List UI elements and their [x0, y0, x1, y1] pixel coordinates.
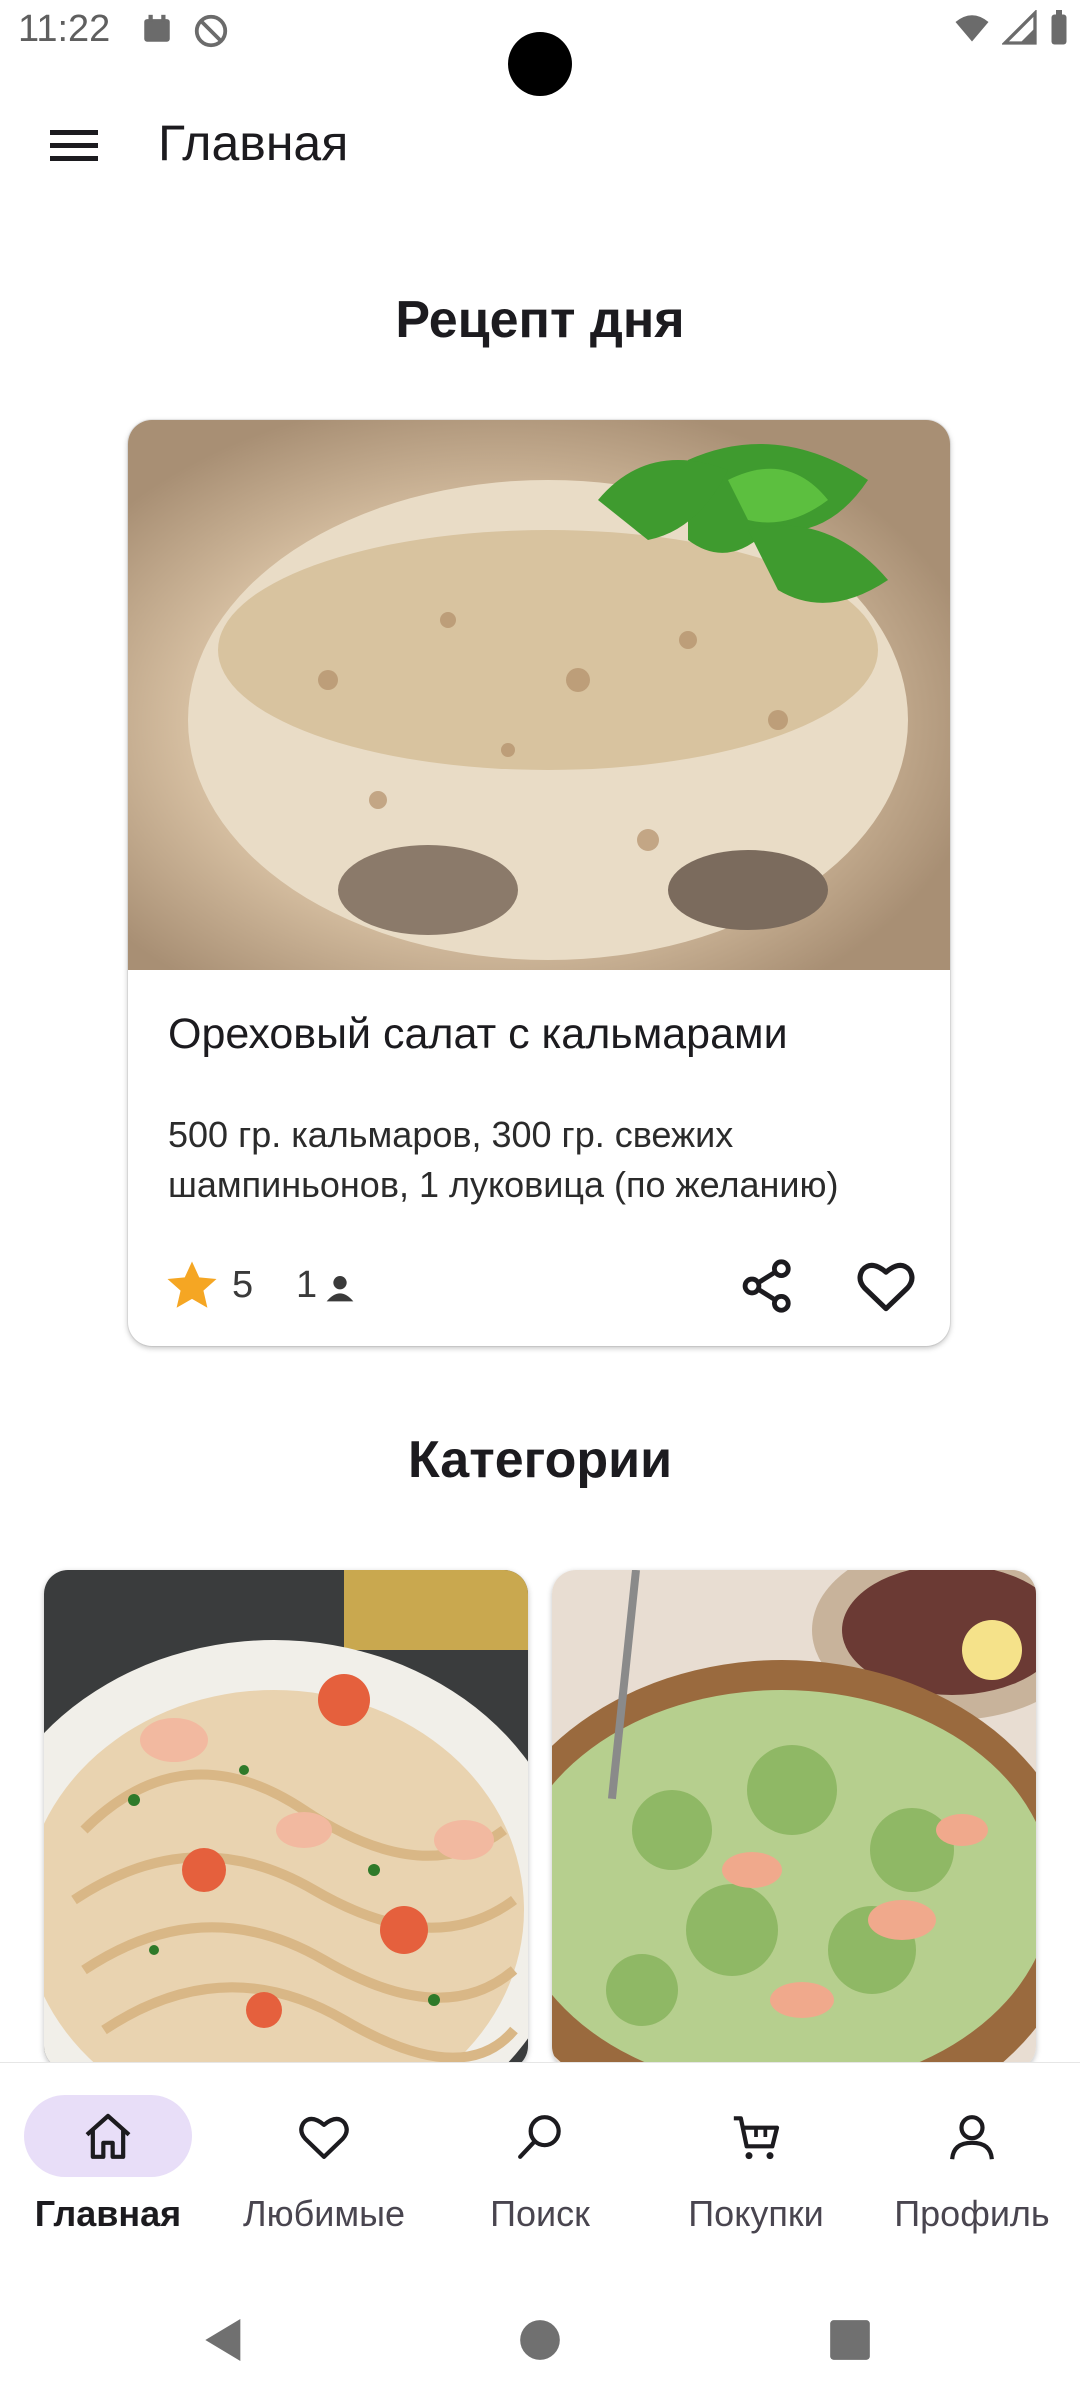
nav-search-label: Поиск	[490, 2193, 590, 2234]
status-system-icons	[952, 10, 1070, 46]
bottom-navigation: Главная Любимые Поиск Покупки Профиль	[0, 2062, 1080, 2283]
rating-value: 5	[232, 1264, 254, 1306]
reviews-count: 1	[296, 1264, 318, 1306]
camera-cutout	[508, 32, 572, 96]
star-icon	[167, 1261, 217, 1308]
system-navigation-bar	[0, 2282, 1080, 2400]
recipe-of-day-card[interactable]: Ореховый салат с кальмарами 500 гр. каль…	[128, 420, 950, 1346]
wifi-icon	[955, 15, 989, 42]
nav-favorites-label: Любимые	[243, 2193, 405, 2234]
cart-icon	[733, 2116, 780, 2160]
status-notification-icons	[140, 12, 230, 50]
recipe-name: Ореховый салат с кальмарами	[168, 1010, 788, 1058]
battery-icon	[1051, 10, 1067, 45]
heart-icon	[299, 2116, 349, 2159]
categories-heading: Категории	[407, 1431, 673, 1489]
sync-off-icon	[194, 14, 228, 48]
share-button[interactable]	[736, 1254, 800, 1318]
nav-shopping-label: Покупки	[688, 2193, 824, 2234]
back-triangle-icon	[205, 2319, 241, 2361]
home-circle-icon	[520, 2320, 560, 2360]
favorite-button[interactable]	[854, 1254, 918, 1318]
category-image-salad	[552, 1570, 1036, 2070]
heart-icon	[857, 1262, 915, 1312]
status-time: 11:22	[18, 8, 111, 50]
home-system-button[interactable]	[512, 2312, 568, 2368]
recipe-description: 500 гр. кальмаров, 300 гр. свежих шампин…	[168, 1114, 839, 1205]
home-icon	[85, 2113, 131, 2159]
menu-button[interactable]	[36, 118, 112, 174]
nav-home-label: Главная	[34, 2193, 182, 2234]
page-title: Главная	[158, 115, 349, 171]
nav-favorites[interactable]: Любимые	[216, 2063, 432, 2283]
nav-search[interactable]: Поиск	[432, 2063, 648, 2283]
recents-button[interactable]	[822, 2312, 878, 2368]
nav-shopping[interactable]: Покупки	[648, 2063, 864, 2283]
recents-square-icon	[830, 2320, 870, 2360]
top-app-bar: Главная	[0, 96, 1080, 196]
person-small-icon	[326, 1276, 354, 1302]
back-button[interactable]	[196, 2312, 252, 2368]
search-icon	[518, 2115, 561, 2159]
recipe-image	[128, 420, 950, 970]
nav-profile-label: Профиль	[894, 2193, 1050, 2234]
share-icon	[742, 1259, 791, 1313]
signal-icon	[1002, 10, 1037, 45]
nav-profile[interactable]: Профиль	[864, 2063, 1080, 2283]
person-icon	[950, 2115, 994, 2160]
recipe-of-day-heading: Рецепт дня	[395, 291, 685, 349]
category-card-pasta[interactable]	[44, 1570, 528, 2070]
hamburger-menu-icon	[50, 130, 98, 161]
category-image-pasta	[44, 1570, 528, 2070]
category-card-salad[interactable]	[552, 1570, 1036, 2070]
recipe-footer: 5 1	[128, 1250, 950, 1330]
nav-home[interactable]: Главная	[0, 2063, 216, 2283]
calendar-notification-icon	[144, 14, 170, 42]
